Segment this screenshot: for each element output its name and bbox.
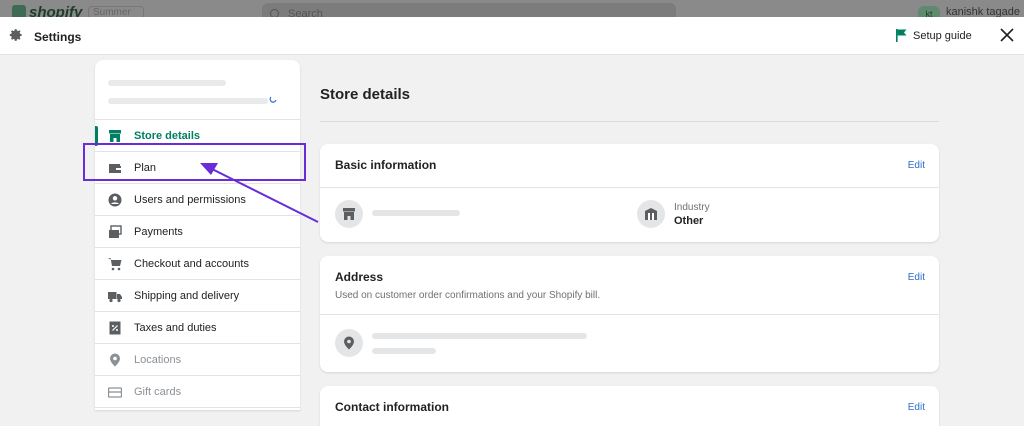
location-icon-circle [335, 329, 363, 357]
background-top-bar: shopify Summer '22 Search kt kanishk tag… [0, 0, 1024, 17]
store-icon [109, 129, 121, 142]
shopify-logo-text: shopify [29, 4, 83, 17]
search-placeholder: Search [288, 8, 323, 17]
edit-link[interactable]: Edit [908, 160, 925, 171]
sidebar-item-label: Taxes and duties [134, 321, 217, 334]
shopify-logo: shopify [12, 4, 82, 17]
sidebar-item-checkout[interactable]: Checkout and accounts [95, 248, 300, 280]
industry-label: Industry [674, 202, 710, 213]
settings-header: Settings Setup guide [0, 17, 1024, 55]
basic-information-card: Basic information Edit Industry Other [320, 144, 939, 242]
address-card: Address Edit Used on customer order conf… [320, 256, 939, 372]
sidebar-item-label: Payments [134, 225, 183, 238]
divider [320, 121, 939, 122]
divider [320, 187, 939, 188]
card-subtitle: Used on customer order confirmations and… [335, 290, 601, 301]
tax-icon [109, 321, 121, 334]
user-circle-icon [108, 193, 122, 206]
external-link-icon[interactable] [269, 96, 277, 104]
store-url-redacted [108, 98, 268, 104]
location-pin-icon [110, 353, 120, 366]
sidebar-item-payments[interactable]: Payments [95, 216, 300, 248]
payments-icon [109, 224, 122, 238]
search-icon [270, 9, 279, 17]
store-name-redacted [108, 80, 226, 86]
card-title: Address [335, 270, 384, 284]
search-input: Search [262, 3, 676, 17]
address-line-redacted [372, 333, 587, 339]
sidebar-item-label: Locations [134, 353, 182, 366]
sidebar-item-gift-cards[interactable]: Gift cards [95, 376, 300, 408]
gear-icon [9, 29, 22, 41]
truck-icon [108, 291, 122, 302]
store-icon [343, 208, 355, 220]
cart-icon [108, 257, 122, 270]
sidebar-item-label: Gift cards [134, 385, 182, 398]
user-name: kanishk tagade [946, 6, 1020, 17]
setup-guide-label: Setup guide [913, 29, 972, 42]
flag-icon [896, 29, 907, 42]
contact-information-card: Contact information Edit [320, 386, 939, 426]
card-title: Contact information [335, 400, 449, 414]
highlight-box [83, 143, 306, 181]
settings-sidebar: Store details Plan Users and permissions… [95, 60, 300, 410]
shopify-bag-icon [12, 5, 26, 17]
close-icon[interactable] [1000, 28, 1014, 42]
sidebar-item-users[interactable]: Users and permissions [95, 184, 300, 216]
edit-link[interactable]: Edit [908, 272, 925, 283]
industry-icon-circle [637, 200, 665, 228]
sidebar-item-label: Users and permissions [134, 193, 246, 206]
building-icon [645, 208, 657, 220]
sidebar-item-label: Store details [134, 129, 201, 142]
address-line-redacted [372, 348, 436, 354]
gift-card-icon [108, 386, 122, 398]
page-title: Settings [34, 30, 82, 44]
store-icon-circle [335, 200, 363, 228]
store-pill: Summer '22 [88, 6, 144, 17]
sidebar-item-label: Shipping and delivery [134, 289, 240, 302]
divider [320, 314, 939, 315]
sidebar-item-label: Checkout and accounts [134, 257, 249, 270]
card-title: Basic information [335, 158, 437, 172]
setup-guide-button[interactable]: Setup guide [896, 29, 972, 42]
sidebar-item-taxes[interactable]: Taxes and duties [95, 312, 300, 344]
edit-link[interactable]: Edit [908, 402, 925, 413]
store-name-redacted [372, 210, 460, 216]
section-title: Store details [320, 86, 411, 103]
industry-value: Other [674, 215, 704, 227]
avatar: kt [918, 6, 940, 17]
sidebar-item-locations[interactable]: Locations [95, 344, 300, 376]
store-header [95, 60, 300, 120]
location-pin-icon [344, 336, 354, 350]
sidebar-item-shipping[interactable]: Shipping and delivery [95, 280, 300, 312]
